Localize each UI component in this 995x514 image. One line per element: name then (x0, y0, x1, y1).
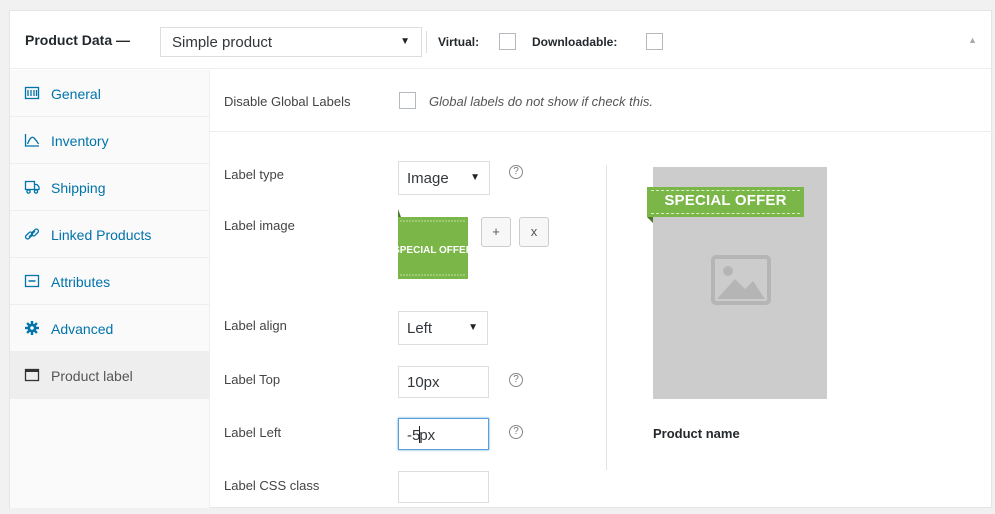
disable-global-hint: Global labels do not show if check this. (429, 94, 654, 109)
label-align-label: Label align (224, 318, 287, 333)
gear-icon (25, 321, 39, 335)
tab-label: Linked Products (51, 227, 152, 243)
tab-inventory[interactable]: Inventory (10, 117, 209, 164)
label-image-label: Label image (224, 218, 295, 233)
add-image-button[interactable]: + (481, 217, 511, 247)
label-type-value: Image (407, 170, 449, 187)
virtual-label: Virtual: (438, 35, 480, 49)
image-placeholder-icon (711, 255, 771, 305)
disable-global-row: Disable Global Labels Global labels do n… (210, 70, 993, 132)
label-type-select[interactable]: Image ▼ (398, 161, 490, 195)
list-icon (24, 274, 40, 288)
chevron-down-icon: ▼ (400, 36, 410, 47)
tab-general[interactable]: General (10, 70, 209, 117)
preview-divider (606, 165, 607, 470)
tab-label: Inventory (51, 133, 109, 149)
product-data-tabs: General Inventory Shipping Linked Produc… (10, 70, 210, 508)
label-align-select[interactable]: Left ▼ (398, 311, 488, 345)
ribbon-text: SPECIAL OFFER (664, 192, 787, 209)
virtual-checkbox[interactable] (499, 33, 516, 50)
chart-icon (24, 134, 40, 147)
label-css-class-input[interactable] (398, 471, 489, 503)
tab-label: Advanced (51, 321, 114, 337)
window-icon (24, 368, 40, 382)
tab-label: General (51, 86, 101, 102)
label-type-label: Label type (224, 167, 284, 182)
label-left-value: -5px (407, 426, 436, 444)
tab-label: Product label (51, 368, 133, 384)
label-css-class-label: Label CSS class (224, 478, 320, 493)
header-divider (426, 31, 427, 53)
downloadable-checkbox[interactable] (646, 33, 663, 50)
label-top-label: Label Top (224, 372, 281, 387)
label-left-label: Label Left (224, 425, 282, 440)
remove-image-button[interactable]: x (519, 217, 549, 247)
help-icon[interactable]: ? (509, 373, 523, 387)
product-data-panel: Product Data — Simple product ▼ Virtual:… (9, 10, 993, 508)
chevron-down-icon: ▼ (468, 322, 478, 333)
chevron-down-icon: ▼ (470, 172, 480, 183)
label-top-value: 10px (407, 374, 440, 391)
product-label-settings: Disable Global Labels Global labels do n… (210, 70, 993, 508)
label-top-input[interactable]: 10px (398, 366, 489, 398)
tab-label: Attributes (51, 274, 111, 290)
panel-title: Product Data — (25, 32, 131, 48)
preview-product-name: Product name (653, 426, 740, 441)
disable-global-checkbox[interactable] (399, 92, 416, 109)
product-data-header: Product Data — Simple product ▼ Virtual:… (10, 11, 991, 69)
collapse-toggle-icon[interactable]: ▲ (968, 35, 977, 45)
tab-label: Shipping (51, 180, 106, 196)
downloadable-label: Downloadable: (532, 35, 618, 49)
help-icon[interactable]: ? (509, 425, 523, 439)
tab-shipping[interactable]: Shipping (10, 164, 209, 211)
preview-label-ribbon: SPECIAL OFFER (647, 187, 804, 223)
tab-attributes[interactable]: Attributes (10, 258, 209, 305)
table-icon (24, 86, 40, 100)
label-left-input[interactable]: -5px (398, 418, 489, 450)
thumb-text: SPECIAL OFFER (398, 245, 468, 256)
label-image-thumbnail[interactable]: SPECIAL OFFER (398, 209, 468, 283)
link-icon (24, 228, 40, 240)
tab-linked-products[interactable]: Linked Products (10, 211, 209, 258)
tab-product-label[interactable]: Product label (10, 352, 209, 399)
product-type-select[interactable]: Simple product ▼ (160, 27, 422, 57)
tab-advanced[interactable]: Advanced (10, 305, 209, 352)
disable-global-label: Disable Global Labels (224, 94, 351, 109)
product-type-value: Simple product (172, 34, 273, 51)
help-icon[interactable]: ? (509, 165, 523, 179)
label-preview-image: SPECIAL OFFER (647, 167, 827, 399)
label-align-value: Left (407, 320, 433, 337)
truck-icon (24, 180, 40, 194)
